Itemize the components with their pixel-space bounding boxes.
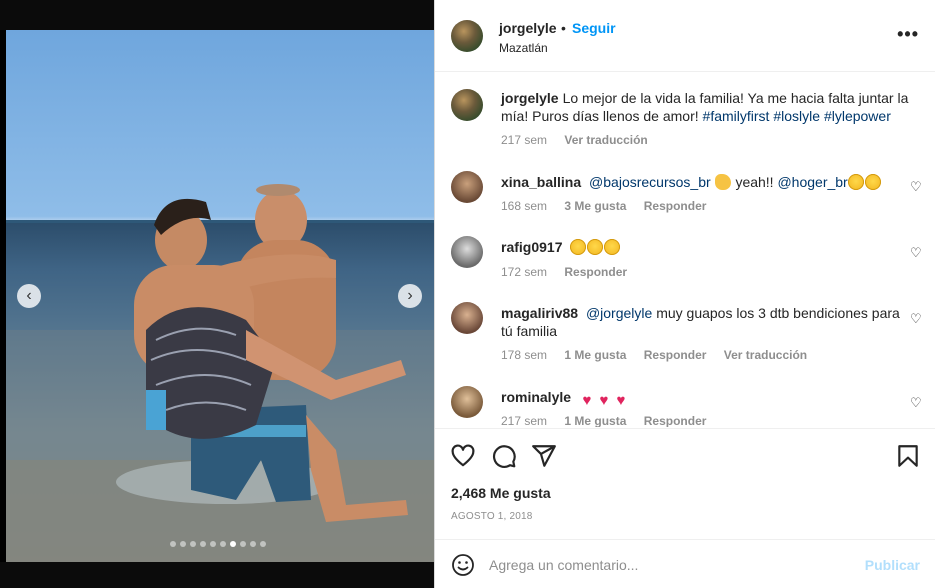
comment-likes[interactable]: 1 Me gusta — [564, 348, 626, 362]
header-separator: • — [561, 20, 566, 36]
carousel-next-button[interactable]: › — [398, 284, 422, 308]
comment-time[interactable]: 172 sem — [501, 265, 547, 279]
author-avatar[interactable] — [451, 20, 483, 52]
caption-time[interactable]: 217 sem — [501, 133, 547, 147]
heart-icon[interactable]: ♡ — [910, 395, 922, 410]
emoji-icon[interactable] — [451, 553, 475, 577]
red-heart-icon: ♥ — [582, 392, 592, 409]
comment-text: rafig0917 — [501, 238, 909, 256]
post-header: jorgelyle • Seguir Mazatlán ••• — [435, 0, 935, 72]
sunglasses-face-icon — [864, 174, 881, 190]
heart-icon[interactable]: ♡ — [910, 245, 922, 260]
caption-username[interactable]: jorgelyle — [501, 90, 559, 106]
carousel-indicator — [170, 541, 266, 547]
carousel-dot — [190, 541, 196, 547]
carousel-dot — [170, 541, 176, 547]
reply-button[interactable]: Responder — [564, 265, 627, 279]
comment-meta: 178 sem 1 Me gusta Responder Ver traducc… — [501, 348, 821, 362]
comments-list[interactable]: jorgelyle Lo mejor de la vida la familia!… — [435, 73, 935, 427]
media-letterbox-top — [0, 0, 434, 30]
comment-username[interactable]: rafig0917 — [501, 239, 562, 255]
post-media: ‹ › — [0, 0, 434, 588]
photo-illustration — [6, 184, 434, 562]
red-heart-icon: ♥ — [616, 392, 626, 409]
heart-icon[interactable]: ♡ — [910, 179, 922, 194]
comment-input[interactable] — [489, 553, 849, 577]
caption-text: jorgelyle Lo mejor de la vida la familia!… — [501, 89, 909, 125]
heart-icon[interactable]: ♡ — [910, 311, 922, 326]
author-username[interactable]: jorgelyle — [499, 20, 557, 36]
comment-composer: Publicar — [435, 539, 935, 588]
post-photo[interactable] — [6, 30, 434, 562]
author-avatar[interactable] — [451, 89, 483, 121]
comment-time[interactable]: 217 sem — [501, 414, 547, 427]
translate-link[interactable]: Ver traducción — [724, 348, 807, 362]
comment-meta: 172 sem Responder — [501, 265, 641, 279]
chevron-right-icon: › — [407, 287, 413, 304]
mention[interactable]: @hoger_br — [777, 174, 847, 190]
comment-meta: 168 sem 3 Me gusta Responder — [501, 199, 720, 213]
hashtag[interactable]: #familyfirst — [703, 108, 770, 124]
publish-button[interactable]: Publicar — [865, 557, 920, 573]
commenter-avatar[interactable] — [451, 171, 483, 203]
hashtag[interactable]: #lylepower — [824, 108, 891, 124]
like-count[interactable]: 2,468 Me gusta — [451, 485, 551, 501]
comment-body: yeah!! — [735, 174, 774, 190]
commenter-avatar[interactable] — [451, 386, 483, 418]
media-letterbox-bottom — [0, 562, 434, 588]
comment-likes[interactable]: 1 Me gusta — [564, 414, 626, 427]
reply-button[interactable]: Responder — [644, 348, 707, 362]
commenter-avatar[interactable] — [451, 302, 483, 334]
carousel-dot — [210, 541, 216, 547]
ok-hand-icon — [847, 174, 864, 190]
chevron-left-icon: ‹ — [26, 287, 32, 304]
carousel-dot — [200, 541, 206, 547]
post-location[interactable]: Mazatlán — [499, 41, 548, 55]
comment-text: magaliriv88 @jorgelyle muy guapos los 3 … — [501, 304, 909, 340]
carousel-dot — [230, 541, 236, 547]
action-bar: 2,468 Me gusta AGOSTO 1, 2018 — [435, 428, 935, 538]
mention[interactable]: @bajosrecursos_br — [589, 174, 711, 190]
caption-meta: 217 sem Ver traducción — [501, 133, 662, 147]
comment-username[interactable]: xina_ballina — [501, 174, 581, 190]
comment-username[interactable]: magaliriv88 — [501, 305, 578, 321]
hashtag[interactable]: #loslyle — [773, 108, 820, 124]
smiling-face-icon — [604, 239, 621, 255]
commenter-avatar[interactable] — [451, 236, 483, 268]
carousel-prev-button[interactable]: ‹ — [17, 284, 41, 308]
heart-icon[interactable] — [450, 443, 476, 469]
comment-username[interactable]: rominalyle — [501, 389, 571, 405]
comment-time[interactable]: 168 sem — [501, 199, 547, 213]
comment-icon[interactable] — [491, 443, 517, 469]
comment-time[interactable]: 178 sem — [501, 348, 547, 362]
comment-meta: 217 sem 1 Me gusta Responder — [501, 414, 720, 427]
reply-button[interactable]: Responder — [644, 199, 707, 213]
carousel-dot — [240, 541, 246, 547]
post-details-panel: jorgelyle • Seguir Mazatlán ••• jorgelyl… — [434, 0, 935, 588]
share-icon[interactable] — [531, 443, 557, 469]
carousel-dot — [260, 541, 266, 547]
red-heart-icon: ♥ — [599, 392, 609, 409]
follow-button[interactable]: Seguir — [572, 20, 616, 36]
carousel-dot — [220, 541, 226, 547]
more-options-icon[interactable]: ••• — [897, 24, 919, 45]
comment-text: xina_ballina @bajosrecursos_br yeah!! @h… — [501, 173, 909, 191]
post-date[interactable]: AGOSTO 1, 2018 — [451, 511, 533, 522]
reply-button[interactable]: Responder — [644, 414, 707, 427]
comment-text: rominalyle ♥ ♥ ♥ — [501, 388, 909, 408]
smiling-face-icon — [570, 239, 587, 255]
translate-link[interactable]: Ver traducción — [564, 133, 647, 147]
smiling-face-icon — [587, 239, 604, 255]
comment-likes[interactable]: 3 Me gusta — [564, 199, 626, 213]
carousel-dot — [250, 541, 256, 547]
mention[interactable]: @jorgelyle — [586, 305, 652, 321]
carousel-dot — [180, 541, 186, 547]
flexed-biceps-icon — [714, 174, 731, 190]
bookmark-icon[interactable] — [895, 443, 921, 469]
